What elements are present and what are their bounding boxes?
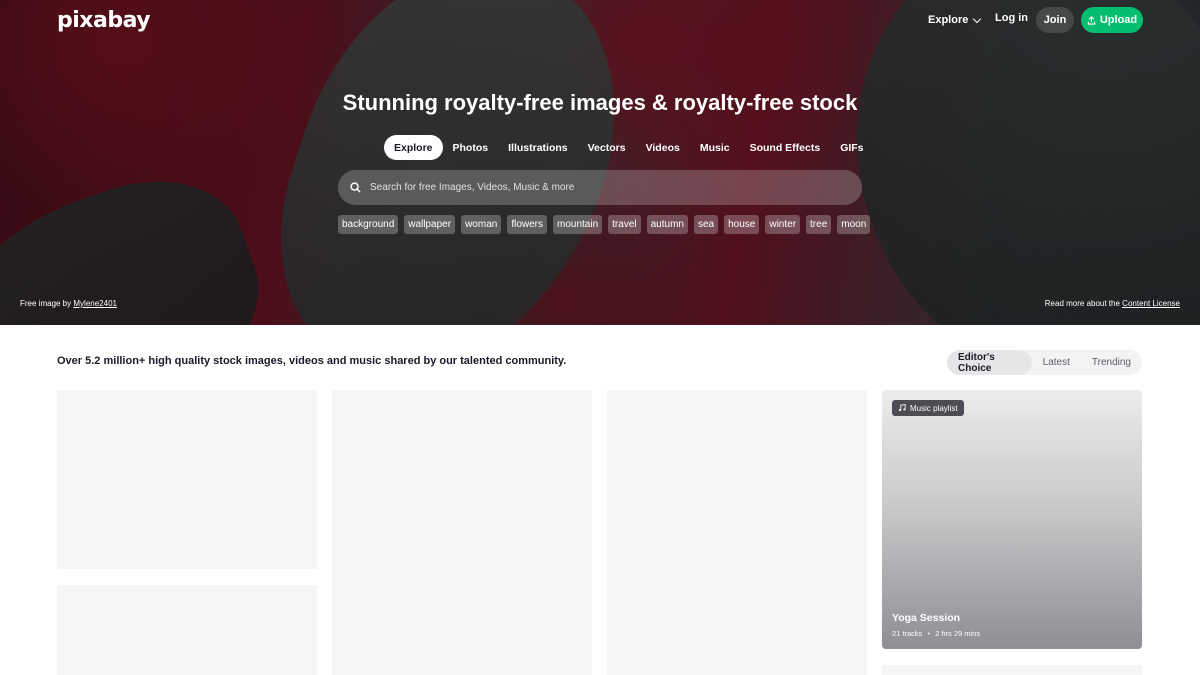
upload-button[interactable]: Upload <box>1081 7 1143 33</box>
sort-editors-choice[interactable]: Editor's Choice <box>947 350 1032 375</box>
tag-chip[interactable]: wallpaper <box>404 215 456 234</box>
explore-label: Explore <box>928 14 969 26</box>
tab-gifs[interactable]: GIFs <box>830 135 873 160</box>
image-credit: Free image by Mylene2401 <box>20 299 117 308</box>
tab-illustrations[interactable]: Illustrations <box>498 135 578 160</box>
sort-trending[interactable]: Trending <box>1081 350 1142 375</box>
explore-menu-button[interactable]: Explore <box>928 12 982 28</box>
credit-prefix: Free image by <box>20 299 72 308</box>
playlist-meta: 21 tracks • 2 hrs 29 mins <box>892 629 980 638</box>
tag-chip[interactable]: travel <box>608 215 641 234</box>
music-playlist-card[interactable]: Music playlist Yoga Session 21 tracks • … <box>882 390 1142 649</box>
media-tile-placeholder[interactable] <box>332 390 592 675</box>
tab-videos[interactable]: Videos <box>636 135 690 160</box>
tag-chip[interactable]: moon <box>837 215 871 234</box>
sort-toggle: Editor's Choice Latest Trending <box>947 350 1142 375</box>
license-prefix: Read more about the <box>1044 299 1120 308</box>
logo[interactable]: pixabay <box>57 8 151 33</box>
credit-user-link[interactable]: Mylene2401 <box>73 299 117 308</box>
hero-overlay <box>0 0 1200 325</box>
search-input[interactable] <box>370 182 830 193</box>
upload-label: Upload <box>1099 14 1138 26</box>
media-tile-placeholder[interactable] <box>607 390 867 675</box>
media-tile-placeholder[interactable] <box>882 665 1142 675</box>
playlist-duration: 2 hrs 29 mins <box>935 629 981 638</box>
login-link[interactable]: Log in <box>995 12 1028 24</box>
tab-sound-effects[interactable]: Sound Effects <box>740 135 831 160</box>
tag-chip[interactable]: autumn <box>646 215 688 234</box>
tag-chip[interactable]: woman <box>461 215 502 234</box>
music-playlist-badge: Music playlist <box>892 400 964 416</box>
tag-chip[interactable]: background <box>338 215 399 234</box>
playlist-badge-label: Music playlist <box>910 403 958 413</box>
tab-explore[interactable]: Explore <box>384 135 443 160</box>
tag-chip[interactable]: flowers <box>507 215 548 234</box>
popular-tags: background wallpaper woman flowers mount… <box>338 215 871 234</box>
tag-chip[interactable]: tree <box>806 215 832 234</box>
sort-latest[interactable]: Latest <box>1032 350 1081 375</box>
tab-music[interactable]: Music <box>690 135 740 160</box>
upload-icon <box>1087 15 1096 25</box>
tag-chip[interactable]: mountain <box>553 215 603 234</box>
tag-chip[interactable]: house <box>724 215 760 234</box>
content-license-link[interactable]: Content License <box>1122 299 1180 308</box>
music-note-icon <box>898 404 906 412</box>
tag-chip[interactable]: winter <box>765 215 801 234</box>
media-type-tabs: Explore Photos Illustrations Vectors Vid… <box>384 135 874 160</box>
media-tile-placeholder[interactable] <box>57 390 317 569</box>
community-tagline: Over 5.2 million+ high quality stock ima… <box>57 355 567 367</box>
hero-title: Stunning royalty-free images & royalty-f… <box>342 90 858 115</box>
media-tile-placeholder[interactable] <box>57 585 317 675</box>
meta-separator: • <box>927 629 931 638</box>
tab-vectors[interactable]: Vectors <box>578 135 636 160</box>
join-button[interactable]: Join <box>1036 7 1074 33</box>
tab-photos[interactable]: Photos <box>443 135 499 160</box>
license-note: Read more about the Content License <box>1045 299 1180 308</box>
search-bar[interactable] <box>338 170 862 205</box>
chevron-down-icon <box>973 14 982 23</box>
hero-banner: pixabay Explore Log in Join Upload Stunn… <box>0 0 1200 325</box>
playlist-title: Yoga Session <box>892 612 961 624</box>
tag-chip[interactable]: sea <box>693 215 719 234</box>
search-icon <box>350 182 361 193</box>
playlist-track-count: 21 tracks <box>892 629 923 638</box>
